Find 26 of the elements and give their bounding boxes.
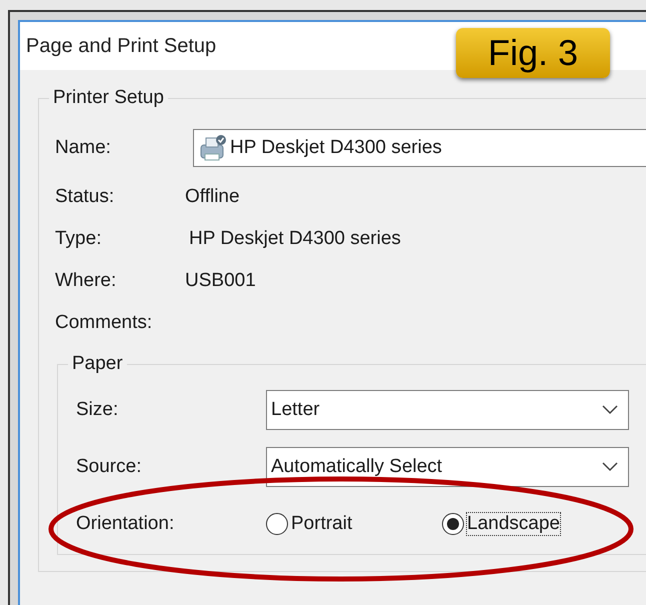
dropdown[interactable]: Letter: [266, 390, 629, 430]
field-value: HP Deskjet D4300 series: [189, 228, 401, 250]
field-label: Where:: [55, 270, 118, 292]
field-label: Name:: [55, 137, 112, 159]
field-value: Offline: [185, 186, 240, 208]
group-legend: Printer Setup: [49, 87, 168, 109]
radio-option[interactable]: Landscape: [442, 513, 578, 535]
window-title: Page and Print Setup: [26, 34, 216, 58]
group-legend: Paper: [68, 353, 127, 375]
chevron-down-icon: [602, 405, 618, 415]
field-label: Comments:: [55, 312, 154, 334]
printer-name: HP Deskjet D4300 series: [230, 137, 442, 159]
chevron-down-icon: [602, 462, 618, 472]
printer-icon: [198, 133, 228, 163]
field-label: Orientation:: [76, 513, 176, 535]
field-label: Size:: [76, 399, 120, 421]
radio-button[interactable]: [266, 513, 288, 535]
dropdown[interactable]: Automatically Select: [266, 447, 629, 487]
radio-button[interactable]: [442, 513, 464, 535]
field-label: Status:: [55, 186, 116, 208]
field-label: Type:: [55, 228, 102, 250]
field-label: Source:: [76, 456, 142, 478]
radio-option[interactable]: Portrait: [266, 513, 402, 535]
figure-badge: Fig. 3: [456, 28, 610, 78]
printer-name-field[interactable]: HP Deskjet D4300 series: [193, 129, 646, 167]
field-value: USB001: [185, 270, 256, 292]
